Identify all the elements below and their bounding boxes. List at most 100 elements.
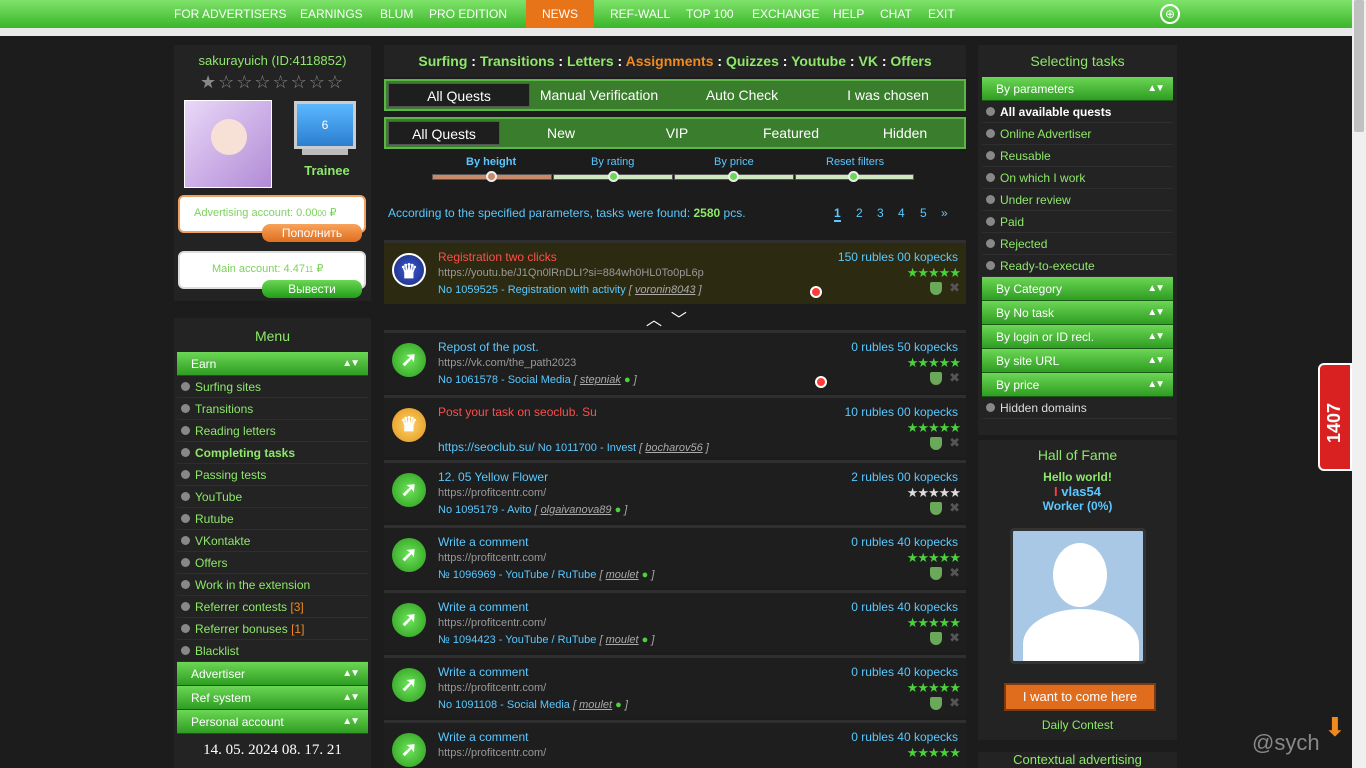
by-no-task-header[interactable]: By No task ▲▼	[982, 301, 1173, 325]
tab-featured[interactable]: Featured	[736, 121, 846, 145]
nav-help[interactable]: HELP	[833, 0, 864, 28]
topup-button[interactable]: Пополнить	[262, 224, 362, 242]
close-icon[interactable]: ✖	[949, 500, 960, 516]
filter-item[interactable]: Paid	[982, 211, 1173, 233]
task-row[interactable]: ➚ Write a comment https://profitcentr.co…	[384, 655, 966, 717]
nav-top-100[interactable]: TOP 100	[686, 0, 734, 28]
filter-item[interactable]: Under review	[982, 189, 1173, 211]
filter-item[interactable]: All available quests	[982, 101, 1173, 123]
by-price-header[interactable]: By price ▲▼	[982, 373, 1173, 397]
nav-pro-edition[interactable]: PRO EDITION	[429, 0, 507, 28]
link-surfing[interactable]: Surfing	[418, 53, 467, 69]
menu-item[interactable]: Surfing sites	[177, 376, 368, 398]
menu-item[interactable]: Work in the extension	[177, 574, 368, 596]
task-title[interactable]: 12. 05 Yellow Flower	[438, 470, 548, 484]
reset-filters[interactable]: Reset filters	[826, 156, 884, 168]
close-icon[interactable]: ✖	[949, 695, 960, 711]
link-quizzes[interactable]: Quizzes	[726, 53, 779, 69]
task-row-vip[interactable]: ♛ Registration two clicks https://youtu.…	[384, 240, 966, 304]
nav-earnings[interactable]: EARNINGS	[300, 0, 363, 28]
hof-user[interactable]: vlas54	[1061, 484, 1101, 499]
task-row[interactable]: ➚ Write a comment https://profitcentr.co…	[384, 720, 966, 768]
page-scrollbar[interactable]	[1352, 0, 1366, 768]
menu-item[interactable]: Offers	[177, 552, 368, 574]
sort-by-rating[interactable]: By rating	[591, 156, 634, 168]
by-login-header[interactable]: By login or ID recl. ▲▼	[982, 325, 1173, 349]
filter-item[interactable]: Online Advertiser	[982, 123, 1173, 145]
menu-earn-header[interactable]: Earn ▲▼	[177, 352, 368, 376]
menu-item[interactable]: YouTube	[177, 486, 368, 508]
task-row[interactable]: ♛ Post your task on seoclub. Su https://…	[384, 395, 966, 457]
slider-knob[interactable]	[486, 171, 497, 182]
task-row[interactable]: ➚ Repost of the post. https://vk.com/the…	[384, 330, 966, 392]
slider-knob[interactable]	[728, 171, 739, 182]
menu-advertiser-header[interactable]: Advertiser ▲▼	[177, 662, 368, 686]
task-author[interactable]: moulet	[606, 634, 639, 646]
tab-i-was-chosen[interactable]: I was chosen	[826, 83, 950, 107]
slider-knob[interactable]	[608, 171, 619, 182]
sort-by-price[interactable]: By price	[714, 156, 754, 168]
nav-chat[interactable]: CHAT	[880, 0, 912, 28]
task-author[interactable]: olgaivanova89	[541, 504, 612, 516]
menu-personal-header[interactable]: Personal account ▲▼	[177, 710, 368, 734]
daily-contest[interactable]: Daily Contest	[978, 718, 1177, 732]
task-title[interactable]: Write a comment	[438, 600, 528, 614]
chevron-down-icon[interactable]: ﹀	[671, 312, 687, 329]
nav-for-advertisers[interactable]: FOR ADVERTISERS	[174, 0, 286, 28]
menu-item[interactable]: Blacklist	[177, 640, 368, 662]
by-category-header[interactable]: By Category ▲▼	[982, 277, 1173, 301]
link-vk[interactable]: VK	[858, 53, 877, 69]
tab-manual-verification[interactable]: Manual Verification	[534, 83, 664, 107]
task-author[interactable]: stepniak	[580, 374, 621, 386]
close-icon[interactable]: ✖	[949, 280, 960, 296]
page-1[interactable]: 1	[834, 206, 841, 222]
close-icon[interactable]: ✖	[949, 630, 960, 646]
task-title[interactable]: Repost of the post.	[438, 340, 539, 354]
menu-ref-header[interactable]: Ref system ▲▼	[177, 686, 368, 710]
task-row[interactable]: ➚ 12. 05 Yellow Flower https://profitcen…	[384, 460, 966, 522]
page-next[interactable]: »	[941, 206, 948, 220]
globe-icon[interactable]: ⊕	[1160, 4, 1180, 24]
link-letters[interactable]: Letters	[567, 53, 614, 69]
page-2[interactable]: 2	[856, 206, 863, 220]
page-5[interactable]: 5	[920, 206, 927, 220]
nav-exit[interactable]: EXIT	[928, 0, 955, 28]
close-icon[interactable]: ✖	[949, 565, 960, 581]
task-row[interactable]: ➚ Write a comment https://profitcentr.co…	[384, 525, 966, 587]
link-transitions[interactable]: Transitions	[480, 53, 555, 69]
filter-item[interactable]: Hidden domains	[982, 397, 1173, 419]
task-author[interactable]: bocharov56	[645, 442, 703, 454]
menu-item[interactable]: VKontakte	[177, 530, 368, 552]
scrollbar-thumb[interactable]	[1354, 0, 1364, 132]
filter-item[interactable]: On which I work	[982, 167, 1173, 189]
menu-item[interactable]: Referrer contests [3]	[177, 596, 368, 618]
scroll-down-arrow-icon[interactable]: ⬇	[1324, 712, 1346, 743]
nav-blum[interactable]: BLUM	[380, 0, 413, 28]
tab-auto-check[interactable]: Auto Check	[682, 83, 802, 107]
menu-item-active[interactable]: Completing tasks	[177, 442, 368, 464]
expand-arrows[interactable]: ︿ ﹀	[646, 306, 687, 330]
close-icon[interactable]: ✖	[949, 435, 960, 451]
side-counter-tab[interactable]: 1407	[1318, 363, 1352, 471]
page-4[interactable]: 4	[898, 206, 905, 220]
link-assignments[interactable]: Assignments	[626, 53, 714, 69]
task-title[interactable]: Registration two clicks	[438, 250, 557, 264]
nav-news[interactable]: NEWS	[526, 0, 594, 28]
nav-ref-wall[interactable]: REF-WALL	[610, 0, 670, 28]
menu-item[interactable]: Reading letters	[177, 420, 368, 442]
menu-item[interactable]: Rutube	[177, 508, 368, 530]
task-title[interactable]: Write a comment	[438, 730, 528, 744]
menu-item[interactable]: Referrer bonuses [1]	[177, 618, 368, 640]
menu-item[interactable]: Passing tests	[177, 464, 368, 486]
tab-all-quests[interactable]: All Quests	[388, 83, 530, 107]
chevron-up-icon[interactable]: ︿	[646, 312, 662, 329]
filter-item[interactable]: Reusable	[982, 145, 1173, 167]
task-author[interactable]: moulet	[606, 569, 639, 581]
task-author[interactable]: moulet	[579, 699, 612, 711]
page-3[interactable]: 3	[877, 206, 884, 220]
avatar[interactable]	[184, 100, 272, 188]
menu-item[interactable]: Transitions	[177, 398, 368, 420]
link-offers[interactable]: Offers	[890, 53, 931, 69]
tab-hidden[interactable]: Hidden	[850, 121, 960, 145]
task-title[interactable]: Write a comment	[438, 665, 528, 679]
